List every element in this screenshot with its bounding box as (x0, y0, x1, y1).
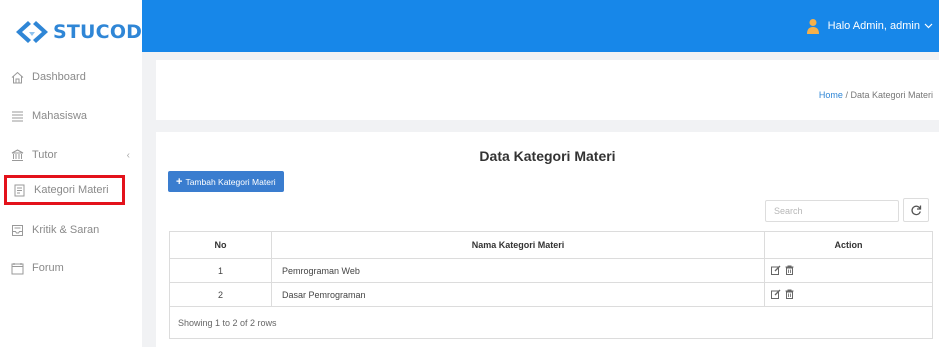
search-input[interactable]: Search (765, 200, 899, 222)
sidebar-item-mahasiswa[interactable]: Mahasiswa (10, 101, 136, 131)
sidebar-item-label: Kategori Materi (34, 184, 109, 196)
logo[interactable]: STUCODE (14, 12, 155, 52)
breadcrumb-home-link[interactable]: Home (819, 90, 843, 100)
page-title: Data Kategori Materi (479, 148, 616, 164)
sidebar-item-label: Tutor (32, 149, 58, 161)
logo-mark-icon (16, 21, 48, 43)
data-panel: Data Kategori Materi + Tambah Kategori M… (156, 132, 939, 347)
app: STUCODE Dashboard Mahasiswa Tutor ‹ Kate… (0, 0, 939, 347)
add-kategori-button[interactable]: + Tambah Kategori Materi (168, 171, 284, 192)
chevron-left-icon[interactable]: ‹ (127, 150, 130, 161)
sidebar-item-forum[interactable]: Forum (10, 253, 136, 283)
column-header-nama[interactable]: Nama Kategori Materi (271, 231, 765, 259)
cell-action (764, 258, 933, 283)
user-menu[interactable]: Halo Admin, admin (806, 0, 933, 52)
sidebar-item-label: Forum (32, 262, 64, 274)
table-footer-row: Showing 1 to 2 of 2 rows (169, 306, 933, 339)
user-name: Halo Admin, admin (827, 20, 920, 32)
sidebar-item-label: Dashboard (32, 71, 86, 83)
sidebar-item-label: Kritik & Saran (32, 224, 100, 236)
breadcrumb: Home / Data Kategori Materi (819, 90, 933, 100)
bank-icon (10, 148, 24, 162)
delete-icon[interactable] (785, 289, 794, 299)
user-avatar-icon (806, 19, 819, 34)
pagination-info: Showing 1 to 2 of 2 rows (169, 306, 933, 339)
cell-nama: Dasar Pemrograman (271, 282, 765, 307)
cell-action (764, 282, 933, 307)
sidebar-item-dashboard[interactable]: Dashboard (10, 62, 136, 92)
list-icon (10, 109, 24, 123)
sidebar-item-kritik-saran[interactable]: Kritik & Saran (10, 215, 136, 245)
logo-text: STUCODE (53, 21, 156, 43)
sidebar: STUCODE Dashboard Mahasiswa Tutor ‹ Kate… (0, 0, 155, 347)
cell-no: 2 (169, 282, 272, 307)
sidebar-item-tutor[interactable]: Tutor ‹ (10, 140, 136, 170)
column-header-no[interactable]: No (169, 231, 272, 259)
top-navbar: Halo Admin, admin (142, 0, 939, 52)
table-row: 1 Pemrograman Web (169, 258, 933, 283)
table-header-row: No Nama Kategori Materi Action (169, 231, 933, 259)
sidebar-item-kategori-materi[interactable]: Kategori Materi (4, 175, 125, 205)
forum-icon (10, 261, 24, 275)
cell-no: 1 (169, 258, 272, 283)
cell-nama: Pemrograman Web (271, 258, 765, 283)
refresh-button[interactable] (903, 198, 929, 222)
edit-icon[interactable] (771, 289, 781, 299)
breadcrumb-current: Data Kategori Materi (850, 90, 933, 100)
chevron-down-icon (924, 23, 933, 29)
book-icon (12, 183, 26, 197)
add-kategori-label: Tambah Kategori Materi (185, 176, 276, 187)
table-row: 2 Dasar Pemrograman (169, 282, 933, 307)
column-header-action[interactable]: Action (764, 231, 933, 259)
home-icon (10, 70, 24, 84)
inbox-icon (10, 223, 24, 237)
search-placeholder: Search (774, 206, 803, 216)
breadcrumb-panel: Home / Data Kategori Materi (156, 60, 939, 120)
plus-icon: + (176, 175, 183, 188)
edit-icon[interactable] (771, 265, 781, 275)
refresh-icon (911, 205, 922, 216)
kategori-table: No Nama Kategori Materi Action 1 Pemrogr… (169, 231, 933, 339)
content-area: Home / Data Kategori Materi Data Kategor… (142, 52, 939, 347)
sidebar-item-label: Mahasiswa (32, 110, 88, 122)
delete-icon[interactable] (785, 265, 794, 275)
